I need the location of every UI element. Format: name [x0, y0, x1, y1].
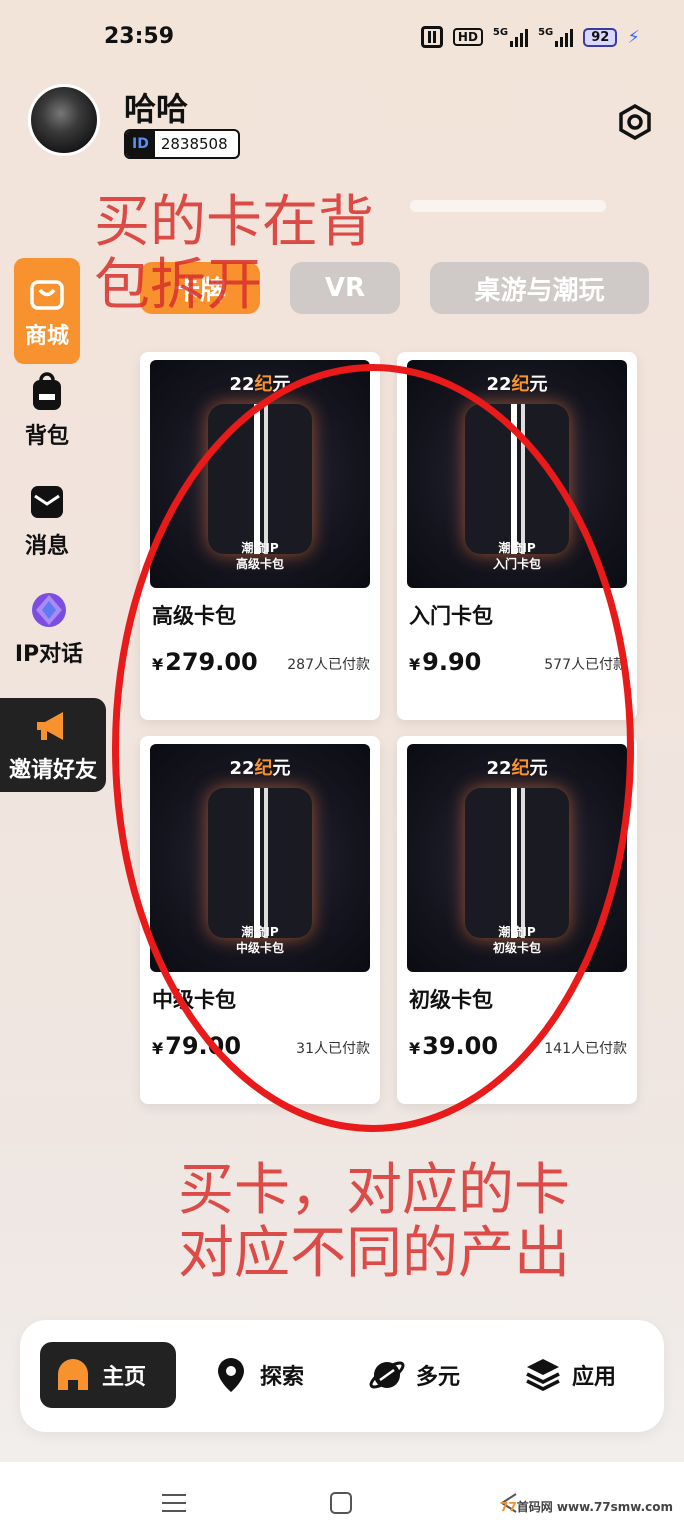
annotation-ellipse — [112, 364, 634, 1132]
nav-apps[interactable]: 应用 — [524, 1342, 616, 1408]
side-nav-messages-label: 消息 — [24, 534, 69, 559]
home-icon — [58, 1359, 88, 1390]
megaphone-icon — [37, 712, 63, 740]
tab-board-games[interactable]: 桌游与潮玩 — [430, 262, 649, 314]
side-nav-backpack-label: 背包 — [24, 424, 69, 449]
nav-home[interactable]: 主页 — [40, 1342, 176, 1408]
settings-hexagon-icon[interactable] — [617, 104, 653, 140]
side-nav-messages[interactable]: 消息 — [14, 482, 80, 564]
avatar[interactable] — [28, 84, 100, 156]
side-nav-backpack[interactable]: 背包 — [14, 372, 80, 454]
side-nav-ip-chat[interactable]: IP对话 — [4, 590, 94, 672]
side-nav-ip-chat-label: IP对话 — [14, 642, 84, 667]
location-pin-icon — [218, 1358, 244, 1392]
id-tag: ID — [126, 131, 155, 157]
side-nav-shop[interactable]: 商城 — [14, 258, 80, 364]
annotation-top: 买的卡在背包拆开 — [94, 190, 374, 318]
nav-apps-label: 应用 — [572, 1365, 617, 1390]
planet-icon — [369, 1361, 405, 1389]
watermark: 77首码网 www.77smw.com — [500, 1500, 674, 1514]
signal-label: 5G — [538, 27, 554, 38]
nfc-icon — [420, 26, 443, 48]
backpack-icon — [33, 372, 61, 410]
side-nav-shop-label: 商城 — [24, 324, 69, 349]
search-bar-hint — [410, 200, 606, 212]
nav-home-label: 主页 — [102, 1365, 147, 1390]
nav-explore-label: 探索 — [260, 1365, 305, 1390]
username: 哈哈 — [124, 90, 189, 128]
product-sold-count: 141人已付款 — [544, 1041, 627, 1057]
menu-icon[interactable] — [162, 1492, 186, 1514]
side-nav-invite[interactable]: 邀请好友 — [0, 698, 106, 792]
nav-diverse[interactable]: 多元 — [368, 1342, 460, 1408]
user-id-badge: ID 2838508 — [124, 129, 240, 159]
signal-icon: 5G — [538, 27, 574, 47]
annotation-bottom: 买卡，对应的卡对应不同的产出 — [178, 1158, 570, 1286]
layers-icon — [526, 1359, 560, 1391]
bottom-nav: 主页 探索 多元 应用 — [20, 1320, 664, 1432]
status-icons: HD 5G 5G 92 ⚡ — [420, 26, 640, 48]
hd-icon: HD — [452, 28, 483, 46]
mail-icon — [31, 486, 63, 518]
home-button-icon[interactable] — [330, 1492, 352, 1514]
nav-explore[interactable]: 探索 — [212, 1342, 304, 1408]
crystal-orb-icon — [32, 593, 66, 627]
signal-label: 5G — [492, 27, 509, 38]
status-time: 23:59 — [104, 24, 175, 49]
charging-bolt-icon: ⚡ — [627, 26, 640, 48]
side-nav-invite-label: 邀请好友 — [8, 758, 97, 783]
id-value: 2838508 — [160, 135, 228, 153]
signal-icon: 5G — [492, 27, 529, 47]
battery-icon: 92 — [583, 27, 618, 47]
shopping-bag-icon — [30, 280, 64, 310]
nav-diverse-label: 多元 — [416, 1365, 461, 1390]
